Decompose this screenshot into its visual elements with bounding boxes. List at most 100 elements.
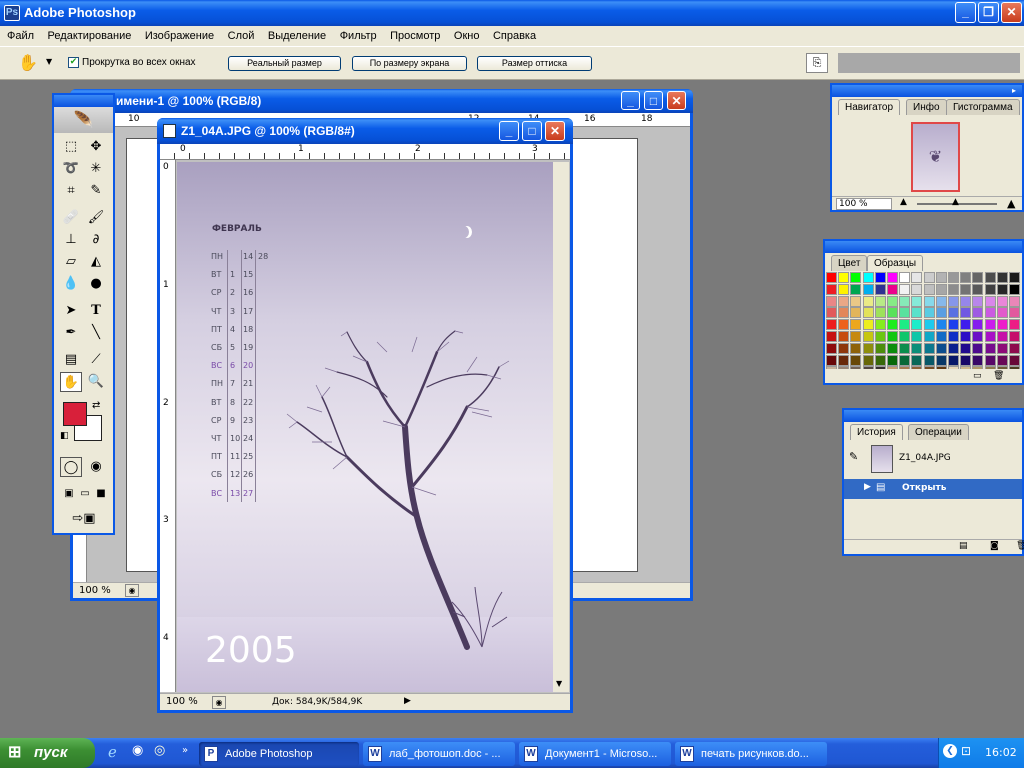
quick-mask-mode-icon[interactable]: ◉ bbox=[85, 457, 107, 477]
color-swatch[interactable] bbox=[911, 307, 923, 319]
color-swatch[interactable] bbox=[948, 354, 959, 366]
color-swatch[interactable] bbox=[838, 295, 850, 307]
lasso-tool-icon[interactable]: ➰ bbox=[60, 159, 82, 179]
color-swatch[interactable] bbox=[862, 283, 874, 295]
color-swatch[interactable] bbox=[826, 272, 837, 283]
color-swatch[interactable] bbox=[862, 354, 874, 366]
history-brush-icon[interactable]: ✎ bbox=[849, 450, 858, 463]
color-swatch[interactable] bbox=[972, 366, 984, 369]
color-swatch[interactable] bbox=[887, 366, 898, 369]
color-swatch[interactable] bbox=[1009, 342, 1020, 354]
quicklaunch-chevron-icon[interactable]: » bbox=[182, 745, 188, 756]
color-swatch[interactable] bbox=[899, 354, 911, 366]
status-menu-icon[interactable]: ◉ bbox=[125, 584, 139, 597]
menu-file[interactable]: Файл bbox=[2, 26, 39, 46]
color-swatch[interactable] bbox=[1009, 283, 1020, 295]
color-swatch[interactable] bbox=[972, 331, 984, 342]
color-swatch[interactable] bbox=[911, 331, 923, 342]
color-swatch[interactable] bbox=[850, 283, 862, 295]
front-doc-close-button[interactable]: ✕ bbox=[545, 121, 565, 141]
color-swatch[interactable] bbox=[1009, 319, 1020, 331]
color-swatch[interactable] bbox=[826, 354, 837, 366]
color-swatch[interactable] bbox=[862, 319, 874, 331]
color-swatch[interactable] bbox=[935, 283, 947, 295]
color-swatch[interactable] bbox=[960, 331, 972, 342]
calendar-image[interactable]: ФЕВРАЛЬ ПН 14 28 ВТ 1 15 СР 2 16 ЧТ 3 17 ПТ 4 18 СБ 5 19 В… bbox=[177, 162, 553, 692]
color-swatch[interactable] bbox=[972, 354, 984, 366]
color-swatch[interactable] bbox=[862, 342, 874, 354]
color-swatch[interactable] bbox=[984, 331, 996, 342]
color-swatch[interactable] bbox=[850, 272, 862, 283]
tab-histogram[interactable]: Гистограмма bbox=[946, 99, 1020, 115]
color-swatch[interactable] bbox=[887, 331, 898, 342]
color-swatch[interactable] bbox=[826, 331, 837, 342]
task-word-lab[interactable]: W лаб_фотошоп.doc - ... bbox=[363, 742, 515, 766]
color-swatch[interactable] bbox=[972, 283, 984, 295]
color-swatch[interactable] bbox=[984, 319, 996, 331]
color-swatch[interactable] bbox=[1009, 331, 1020, 342]
color-swatch[interactable] bbox=[1009, 295, 1020, 307]
color-swatch[interactable] bbox=[911, 272, 923, 283]
color-swatch[interactable] bbox=[899, 319, 911, 331]
network-tray-icon[interactable]: ⊡ bbox=[961, 744, 971, 758]
crop-tool-icon[interactable]: ⌗ bbox=[60, 181, 82, 201]
navigator-zoom[interactable]: 100 % bbox=[836, 198, 892, 210]
color-swatch[interactable] bbox=[996, 295, 1008, 307]
color-swatch[interactable] bbox=[899, 342, 911, 354]
color-swatch[interactable] bbox=[874, 272, 886, 283]
status-menu-icon[interactable]: ◉ bbox=[212, 696, 226, 709]
panel-menu-icon[interactable]: ▸ bbox=[1012, 86, 1016, 95]
color-swatch[interactable] bbox=[996, 331, 1008, 342]
color-swatch[interactable] bbox=[826, 319, 837, 331]
color-swatch[interactable] bbox=[899, 272, 911, 283]
marquee-tool-icon[interactable]: ⬚ bbox=[60, 137, 82, 157]
new-document-from-state-icon[interactable]: ▤ bbox=[959, 541, 968, 551]
scroll-down-arrow-icon[interactable]: ▼ bbox=[556, 679, 562, 688]
color-swatch[interactable] bbox=[838, 342, 850, 354]
palette-well-icon[interactable]: ⎘ bbox=[806, 53, 828, 73]
default-colors-icon[interactable]: ◧ bbox=[60, 431, 69, 441]
color-swatch[interactable] bbox=[899, 307, 911, 319]
color-swatch[interactable] bbox=[948, 331, 959, 342]
delete-state-icon[interactable]: 🗑 bbox=[1016, 541, 1024, 551]
color-swatch[interactable] bbox=[972, 272, 984, 283]
color-swatch[interactable] bbox=[1009, 354, 1020, 366]
color-swatch[interactable] bbox=[826, 342, 837, 354]
color-swatch[interactable] bbox=[923, 307, 935, 319]
restore-button[interactable]: ❐ bbox=[978, 2, 999, 23]
color-swatch[interactable] bbox=[972, 307, 984, 319]
color-swatch[interactable] bbox=[887, 283, 898, 295]
ie-quicklaunch-icon[interactable]: ℯ bbox=[108, 743, 117, 761]
back-doc-titlebar[interactable]: имени-1 @ 100% (RGB/8) _ □ ✕ bbox=[70, 89, 693, 113]
scroll-all-checkbox[interactable]: ✔ bbox=[68, 57, 79, 68]
color-swatch[interactable] bbox=[899, 283, 911, 295]
color-swatch[interactable] bbox=[850, 366, 862, 369]
front-doc-minimize-button[interactable]: _ bbox=[499, 121, 519, 141]
back-doc-zoom[interactable]: 100 % bbox=[79, 585, 111, 596]
color-swatch[interactable] bbox=[887, 272, 898, 283]
color-swatch[interactable] bbox=[899, 366, 911, 369]
color-swatch[interactable] bbox=[838, 319, 850, 331]
magic-wand-tool-icon[interactable]: ✳ bbox=[85, 159, 107, 179]
print-size-button[interactable]: Размер оттиска bbox=[477, 56, 592, 71]
color-swatch[interactable] bbox=[923, 295, 935, 307]
notes-tool-icon[interactable]: ▤ bbox=[60, 350, 82, 370]
color-swatch[interactable] bbox=[923, 366, 935, 369]
menu-window[interactable]: Окно bbox=[449, 26, 485, 46]
snapshot-thumbnail[interactable] bbox=[871, 445, 893, 473]
hand-tool-icon[interactable]: ✋ bbox=[18, 53, 38, 72]
zoom-slider-thumb[interactable]: ▲ bbox=[952, 197, 959, 207]
color-swatch[interactable] bbox=[935, 366, 947, 369]
color-swatch[interactable] bbox=[984, 366, 996, 369]
color-swatch[interactable] bbox=[996, 354, 1008, 366]
healing-brush-tool-icon[interactable]: 🩹 bbox=[60, 208, 82, 228]
color-swatch[interactable] bbox=[887, 307, 898, 319]
eyedropper-tool-icon[interactable]: ⟋ bbox=[85, 350, 107, 370]
color-swatch[interactable] bbox=[996, 283, 1008, 295]
color-swatch[interactable] bbox=[948, 342, 959, 354]
color-swatch[interactable] bbox=[874, 366, 886, 369]
pen-tool-icon[interactable]: ✒ bbox=[60, 323, 82, 343]
new-swatch-icon[interactable]: ▭ bbox=[973, 371, 982, 381]
tray-expand-icon[interactable]: ❮ bbox=[943, 744, 957, 758]
jump-to-imageready-icon[interactable]: ⇨▣ bbox=[66, 509, 102, 529]
